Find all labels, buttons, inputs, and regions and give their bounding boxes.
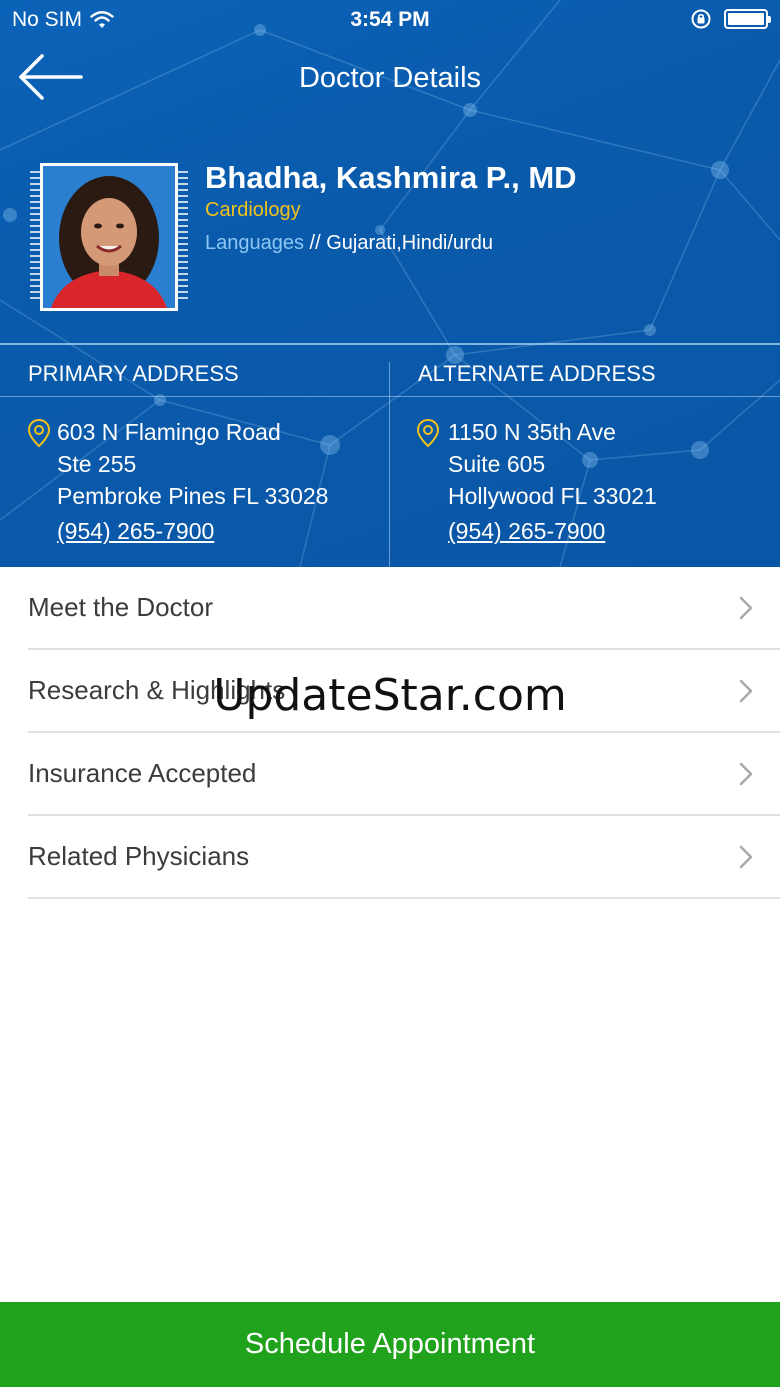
primary-address-line3: Pembroke Pines FL 33028 [57,483,329,509]
doctor-name: Bhadha, Kashmira P., MD [205,160,577,195]
alternate-address-line3: Hollywood FL 33021 [448,483,657,509]
status-indicators [690,8,771,30]
schedule-appointment-button[interactable]: Schedule Appointment [0,1302,780,1387]
doctor-header: No SIM 3:54 PM Doctor Details Bhadha, Ka… [0,0,780,567]
orientation-lock-icon [691,9,711,29]
alternate-address-heading: ALTERNATE ADDRESS [418,361,656,386]
menu-item-label: Meet the Doctor [28,592,213,622]
address-divider [0,343,780,345]
status-bar: No SIM 3:54 PM [0,0,780,40]
alternate-phone-link[interactable]: (954) 265-7900 [448,515,605,547]
photo-frame-ticks [178,171,188,303]
doctor-menu-list: Meet the Doctor Research & Highlights In… [0,567,780,899]
chevron-right-icon [739,596,753,620]
doctor-specialty: Cardiology [205,199,301,221]
doctor-details-screen: No SIM 3:54 PM Doctor Details Bhadha, Ka… [0,0,780,1387]
alternate-address: 1150 N 35th Ave Suite 605 Hollywood FL 3… [448,416,657,547]
menu-item-label: Research & Highlights [28,675,286,705]
location-pin-icon [416,418,440,448]
primary-address: 603 N Flamingo Road Ste 255 Pembroke Pin… [57,416,328,547]
address-column-divider [389,362,390,567]
menu-item-label: Insurance Accepted [28,758,257,788]
photo-frame-ticks [30,171,40,303]
doctor-portrait-image [43,166,175,308]
menu-item-insurance-accepted[interactable]: Insurance Accepted [28,733,780,816]
menu-item-label: Related Physicians [28,841,250,871]
page-title: Doctor Details [298,62,482,94]
primary-phone-link[interactable]: (954) 265-7900 [57,515,214,547]
alternate-address-line2: Suite 605 [448,451,546,477]
languages-label: Languages [205,232,304,254]
status-time: 3:54 PM [350,8,430,31]
menu-item-related-physicians[interactable]: Related Physicians [28,816,780,899]
chevron-right-icon [739,762,753,786]
address-header-divider [0,396,780,397]
doctor-languages: Languages // Gujarati,Hindi/urdu [205,232,493,255]
doctor-photo-frame [30,163,188,313]
menu-item-research-highlights[interactable]: Research & Highlights [28,650,780,733]
doctor-photo [40,163,178,311]
location-pin-icon [27,418,51,448]
battery-icon [724,9,771,29]
alternate-address-line1: 1150 N 35th Ave [448,419,616,445]
chevron-right-icon [739,845,753,869]
languages-value: // Gujarati,Hindi/urdu [309,232,493,254]
chevron-right-icon [739,679,753,703]
menu-item-meet-the-doctor[interactable]: Meet the Doctor [28,567,780,650]
primary-address-line1: 603 N Flamingo Road [57,419,281,445]
primary-address-heading: PRIMARY ADDRESS [28,361,239,386]
primary-address-line2: Ste 255 [57,451,137,477]
